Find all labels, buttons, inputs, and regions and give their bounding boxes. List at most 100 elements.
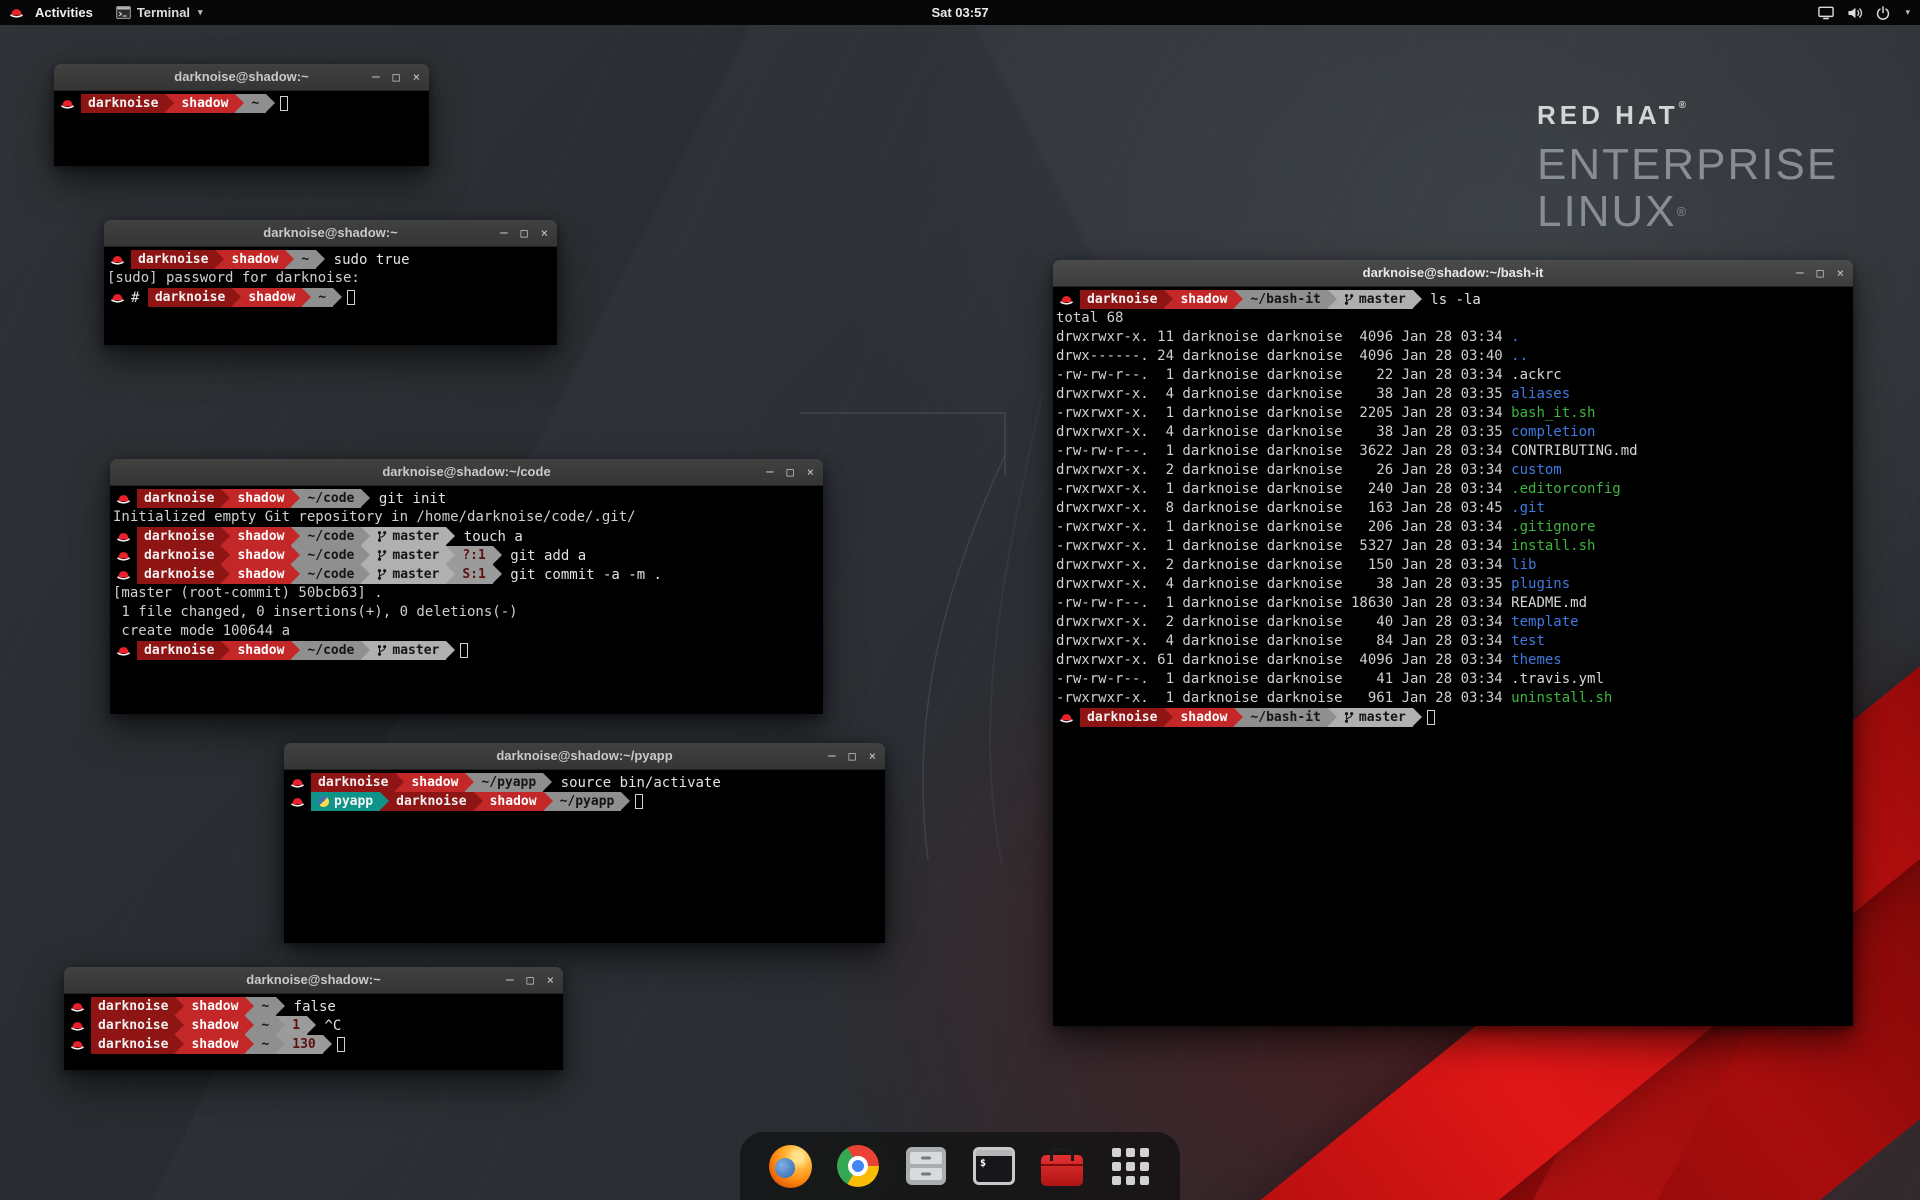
maximize-button[interactable]: □: [521, 227, 528, 239]
terminal-window[interactable]: darknoise@shadow:~/bash-it─□×darknoisesh…: [1053, 260, 1853, 1026]
volume-icon: [1847, 6, 1863, 20]
close-button[interactable]: ×: [1837, 267, 1844, 279]
powerline-separator-icon: [1328, 290, 1337, 309]
terminal-window[interactable]: darknoise@shadow:~─□×darknoiseshadow~ fa…: [64, 967, 563, 1070]
terminal-window[interactable]: darknoise@shadow:~ ─ □ × darknoiseshadow~ su…: [104, 220, 557, 345]
command-text: source bin/activate: [552, 775, 721, 791]
terminal-content[interactable]: darknoiseshadow~/bash-itmaster ls -latot…: [1053, 287, 1853, 1026]
prompt-segment-user: darknoise: [91, 997, 175, 1016]
maximize-button[interactable]: □: [393, 71, 400, 83]
show-apps-launcher[interactable]: [1106, 1142, 1154, 1190]
terminal-prompt-line: darknoiseshadow~130: [67, 1035, 561, 1054]
maximize-button[interactable]: □: [849, 750, 856, 762]
file-list-row: -rwxrwxr-x. 1 darknoise darknoise 2205 J…: [1056, 404, 1851, 423]
file-name: CONTRIBUTING.md: [1511, 443, 1637, 459]
terminal-prompt-line: darknoiseshadow~ sudo true: [107, 250, 555, 269]
powerline-separator-icon: [175, 1016, 184, 1035]
terminal-output-line: 1 file changed, 0 insertions(+), 0 delet…: [113, 603, 821, 622]
command-text: git add a: [502, 548, 586, 564]
file-name: uninstall.sh: [1511, 690, 1612, 706]
terminal-content[interactable]: darknoiseshadow~ falsedarknoiseshadow~1 …: [64, 994, 563, 1070]
powerline-separator-icon: [333, 288, 342, 307]
powerline-separator-icon: [380, 792, 389, 811]
powerline-separator-icon: [221, 565, 230, 584]
powerline-separator-icon: [493, 546, 502, 565]
prompt-segment-path: ~: [294, 250, 316, 269]
minimize-button[interactable]: ─: [506, 974, 513, 986]
maximize-button[interactable]: □: [787, 466, 794, 478]
close-button[interactable]: ×: [541, 227, 548, 239]
toolbox-launcher[interactable]: [1038, 1142, 1086, 1190]
window-titlebar[interactable]: darknoise@shadow:~─□×: [54, 64, 429, 91]
powerline-separator-icon: [221, 527, 230, 546]
terminal-window[interactable]: darknoise@shadow:~─□×darknoiseshadow~: [54, 64, 429, 166]
redhat-prompt-icon: [60, 98, 76, 110]
maximize-button[interactable]: □: [1817, 267, 1824, 279]
rhel-brand-redhat: RED HAT®: [1537, 100, 1838, 131]
window-controls: ─ □ ×: [372, 64, 420, 90]
powerline-separator-icon: [316, 250, 325, 269]
minimize-button[interactable]: ─: [372, 71, 379, 83]
system-status-area[interactable]: ▾: [1818, 6, 1910, 20]
minimize-button[interactable]: ─: [828, 750, 835, 762]
redhat-prompt-icon: [116, 493, 132, 505]
powerline-separator-icon: [276, 1016, 285, 1035]
window-titlebar[interactable]: darknoise@shadow:~─□×: [64, 967, 563, 994]
firefox-launcher[interactable]: [766, 1142, 814, 1190]
minimize-button[interactable]: ─: [766, 466, 773, 478]
file-list-row: -rw-rw-r--. 1 darknoise darknoise 3622 J…: [1056, 442, 1851, 461]
chrome-launcher[interactable]: [834, 1142, 882, 1190]
redhat-prompt-icon: [116, 645, 132, 657]
close-button[interactable]: ×: [869, 750, 876, 762]
prompt-segment-path: ~/code: [300, 527, 361, 546]
dropdown-caret-icon: ▾: [1905, 7, 1910, 18]
window-titlebar[interactable]: darknoise@shadow:~/code─□×: [110, 459, 823, 486]
command-text: touch a: [455, 529, 522, 545]
files-launcher[interactable]: [902, 1142, 950, 1190]
prompt-segment-user: darknoise: [137, 527, 221, 546]
files-icon: [906, 1147, 946, 1185]
powerline-separator-icon: [291, 527, 300, 546]
prompt-segment-git: master: [370, 641, 446, 660]
window-titlebar[interactable]: darknoise@shadow:~/pyapp─□×: [284, 743, 885, 770]
minimize-button[interactable]: ─: [1796, 267, 1803, 279]
prompt-segment-host: shadow: [230, 546, 291, 565]
terminal-content[interactable]: darknoiseshadow~: [54, 91, 429, 166]
window-titlebar[interactable]: darknoise@shadow:~/bash-it─□×: [1053, 260, 1853, 287]
redhat-logo-icon: [9, 7, 24, 19]
powerline-separator-icon: [361, 641, 370, 660]
maximize-button[interactable]: □: [527, 974, 534, 986]
close-button[interactable]: ×: [413, 71, 420, 83]
window-controls: ─ □ ×: [828, 743, 876, 769]
terminal-content[interactable]: darknoiseshadow~/pyapp source bin/activa…: [284, 770, 885, 943]
window-titlebar[interactable]: darknoise@shadow:~ ─ □ ×: [104, 220, 557, 247]
close-button[interactable]: ×: [807, 466, 814, 478]
rhel-brand-enterprise: ENTERPRISE: [1537, 141, 1838, 188]
minimize-button[interactable]: ─: [500, 227, 507, 239]
powerline-separator-icon: [291, 641, 300, 660]
powerline-separator-icon: [232, 288, 241, 307]
terminal-window[interactable]: darknoise@shadow:~/code─□×darknoiseshado…: [110, 459, 823, 714]
window-title: darknoise@shadow:~: [263, 225, 397, 240]
file-name: aliases: [1511, 386, 1570, 402]
app-menu-button[interactable]: Terminal ▾: [116, 5, 203, 20]
terminal-output-line: [sudo] password for darknoise:: [107, 269, 555, 288]
prompt-segment-git: master: [1337, 290, 1413, 309]
file-name: .travis.yml: [1511, 671, 1604, 687]
window-controls: ─ □ ×: [1796, 260, 1844, 286]
close-button[interactable]: ×: [547, 974, 554, 986]
terminal-window[interactable]: darknoise@shadow:~/pyapp─□×darknoiseshad…: [284, 743, 885, 943]
show-apps-icon: [1112, 1148, 1149, 1185]
terminal-content[interactable]: darknoiseshadow~/code git initInitialize…: [110, 486, 823, 714]
prompt-segment-user: darknoise: [137, 489, 221, 508]
file-list-row: -rwxrwxr-x. 1 darknoise darknoise 206 Ja…: [1056, 518, 1851, 537]
terminal-prompt-line: # darknoiseshadow~: [107, 288, 555, 307]
terminal-content[interactable]: darknoiseshadow~ sudo true[sudo] passwor…: [104, 247, 557, 345]
prompt-segment-path: ~/pyapp: [474, 773, 543, 792]
file-name: .editorconfig: [1511, 481, 1621, 497]
activities-button[interactable]: Activities: [31, 5, 97, 20]
redhat-prompt-icon: [70, 1001, 86, 1013]
powerline-separator-icon: [276, 997, 285, 1016]
clock[interactable]: Sat 03:57: [931, 5, 988, 20]
terminal-launcher[interactable]: $: [970, 1142, 1018, 1190]
